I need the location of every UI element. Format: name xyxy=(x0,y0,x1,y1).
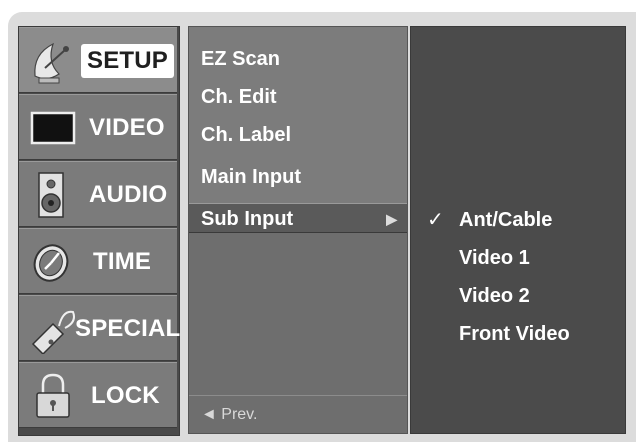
category-label: SPECIAL xyxy=(75,315,181,342)
category-label: VIDEO xyxy=(89,114,165,141)
category-time[interactable]: TIME xyxy=(19,228,177,294)
option-video-1[interactable]: Video 1 xyxy=(459,239,530,277)
option-ant-cable[interactable]: Ant/Cable xyxy=(459,201,552,239)
category-column: SETUP VIDEO AUDIO TIME SPECIAL LOCK xyxy=(18,26,180,436)
category-lock[interactable]: LOCK xyxy=(19,362,177,428)
category-label: TIME xyxy=(93,248,152,275)
check-icon: ✓ xyxy=(427,209,444,231)
right-arrow-icon: ▶ xyxy=(386,211,397,227)
category-special[interactable]: SPECIAL xyxy=(19,295,181,361)
submenu-item-label: Sub Input xyxy=(201,208,294,230)
tv-screen-icon xyxy=(30,111,76,145)
option-front-video[interactable]: Front Video xyxy=(459,315,570,353)
category-audio[interactable]: AUDIO xyxy=(19,161,177,227)
prev-button[interactable]: ◄ Prev. xyxy=(189,395,407,433)
options-column: ✓ Ant/Cable Video 1 Video 2 Front Video xyxy=(410,26,626,434)
category-label: SETUP xyxy=(81,44,175,78)
tag-key-icon xyxy=(31,310,75,354)
category-label: AUDIO xyxy=(89,181,168,208)
padlock-icon xyxy=(36,373,70,418)
submenu-item-ez-scan[interactable]: EZ Scan xyxy=(201,39,280,79)
clock-icon xyxy=(33,244,69,282)
submenu-item-main-input[interactable]: Main Input xyxy=(201,157,301,197)
option-video-2[interactable]: Video 2 xyxy=(459,277,530,315)
category-setup[interactable]: SETUP xyxy=(19,27,177,93)
satellite-dish-icon xyxy=(34,42,69,84)
category-label: LOCK xyxy=(91,382,160,409)
submenu-column: EZ Scan Ch. Edit Ch. Label Main Input Su… xyxy=(188,26,408,434)
speaker-icon xyxy=(38,172,64,218)
submenu-item-ch-edit[interactable]: Ch. Edit xyxy=(201,77,277,117)
category-video[interactable]: VIDEO xyxy=(19,94,177,160)
submenu-item-ch-label[interactable]: Ch. Label xyxy=(201,115,291,155)
submenu-item-sub-input[interactable]: Sub Input ▶ xyxy=(189,203,407,233)
